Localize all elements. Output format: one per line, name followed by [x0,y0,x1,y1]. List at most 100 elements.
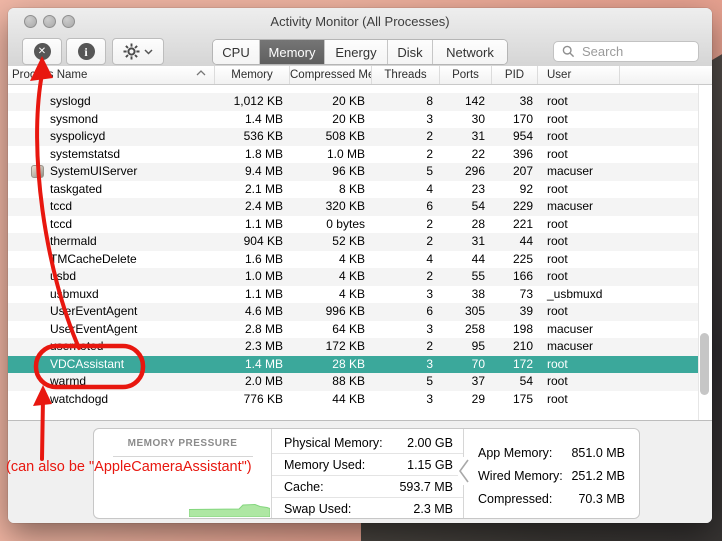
process-table-row[interactable]: TMCacheDelete 1.6 MB 4 KB 4 44 225 root [8,251,698,269]
stat-value: 2.3 MB [413,502,453,516]
tab-memory[interactable]: Memory [260,40,325,64]
threads-cell: 2 [372,233,440,251]
process-name-cell: UserEventAgent [8,303,215,321]
tab-cpu[interactable]: CPU [213,40,260,64]
settings-dropdown-button[interactable] [112,38,164,65]
process-table-row[interactable]: usbd 1.0 MB 4 KB 2 55 166 root [8,268,698,286]
process-table-row[interactable]: SystemUIServer 9.4 MB 96 KB 5 296 207 ma… [8,163,698,181]
process-table-row[interactable]: UserEventAgent 4.6 MB 996 KB 6 305 39 ro… [8,303,698,321]
process-table-row[interactable]: syslogd 1,012 KB 20 KB 8 142 38 root [8,93,698,111]
stat-row: Memory Used: 1.15 GB [272,454,463,476]
column-header-memory[interactable]: Memory [215,66,290,84]
window-title: Activity Monitor (All Processes) [8,14,712,29]
threads-cell: 3 [372,321,440,339]
process-table-row[interactable]: usbmuxd 1.1 MB 4 KB 3 38 73 _usbmuxd [8,286,698,304]
tab-network[interactable]: Network [433,40,507,64]
process-table-row[interactable]: suhelperd 2.0 MB 512 KB 2 33 253 root [8,85,698,93]
process-table-row[interactable]: watchdogd 776 KB 44 KB 3 29 175 root [8,391,698,409]
process-table-row[interactable]: sysmond 1.4 MB 20 KB 3 30 170 root [8,111,698,129]
threads-cell: 4 [372,181,440,199]
quit-process-button[interactable]: ✕ [22,38,62,65]
pid-cell: 225 [492,251,538,269]
search-field[interactable] [553,41,699,62]
stat-value: 70.3 MB [578,492,625,506]
stat-row: Cache: 593.7 MB [272,476,463,498]
process-table-row[interactable]: tccd 2.4 MB 320 KB 6 54 229 macuser [8,198,698,216]
memory-stats-box: MEMORY PRESSURE Physical Memory: 2.00 GB… [93,428,640,519]
process-table-row[interactable]: systemstatsd 1.8 MB 1.0 MB 2 22 396 root [8,146,698,164]
memory-cell: 9.4 MB [215,163,290,181]
memory-pressure-graph [189,502,270,517]
stat-row: Physical Memory: 2.00 GB [272,432,463,454]
search-input[interactable] [580,43,684,60]
stats-footer: MEMORY PRESSURE Physical Memory: 2.00 GB… [8,420,712,523]
memory-cell: 1.1 MB [215,286,290,304]
user-cell: root [538,93,620,111]
threads-cell: 8 [372,93,440,111]
pid-cell: 92 [492,181,538,199]
ports-cell: 28 [440,216,492,234]
process-table-row[interactable]: usernoted 2.3 MB 172 KB 2 95 210 macuser [8,338,698,356]
column-header-threads[interactable]: Threads [372,66,440,84]
process-table-row[interactable]: tccd 1.1 MB 0 bytes 2 28 221 root [8,216,698,234]
memory-cell: 2.3 MB [215,338,290,356]
process-table-row[interactable]: syspolicyd 536 KB 508 KB 2 31 954 root [8,128,698,146]
divider [113,456,253,457]
tab-energy[interactable]: Energy [325,40,388,64]
threads-cell: 2 [372,338,440,356]
process-table-row[interactable]: thermald 904 KB 52 KB 2 31 44 root [8,233,698,251]
compressed-mem-cell: 1.0 MB [290,146,372,164]
column-header-ports[interactable]: Ports [440,66,492,84]
user-cell: macuser [538,163,620,181]
ports-cell: 23 [440,181,492,199]
process-table-row[interactable]: warmd 2.0 MB 88 KB 5 37 54 root [8,373,698,391]
column-header-compressed-mem[interactable]: Compressed Mem [290,66,372,84]
memory-cell: 776 KB [215,391,290,409]
pid-cell: 44 [492,233,538,251]
activity-monitor-window: Activity Monitor (All Processes) ✕ i [8,8,712,523]
process-table-row[interactable]: taskgated 2.1 MB 8 KB 4 23 92 root [8,181,698,199]
process-table-row[interactable]: UserEventAgent 2.8 MB 64 KB 3 258 198 ma… [8,321,698,339]
user-cell: root [538,373,620,391]
inspect-process-button[interactable]: i [66,38,106,65]
compressed-mem-cell: 64 KB [290,321,372,339]
user-cell: root [538,233,620,251]
threads-cell: 2 [372,216,440,234]
compressed-mem-cell: 4 KB [290,286,372,304]
compressed-mem-cell: 20 KB [290,111,372,129]
sort-ascending-icon [196,70,206,76]
info-circle-icon: i [78,43,95,60]
memory-cell: 2.4 MB [215,198,290,216]
ports-cell: 44 [440,251,492,269]
column-header-process-name[interactable]: Process Name [8,66,215,84]
pid-cell: 210 [492,338,538,356]
compressed-mem-cell: 508 KB [290,128,372,146]
scrollbar-thumb[interactable] [700,333,709,395]
compressed-mem-cell: 4 KB [290,268,372,286]
threads-cell: 6 [372,198,440,216]
stat-value: 593.7 MB [399,480,453,494]
compressed-mem-cell: 4 KB [290,251,372,269]
tab-disk[interactable]: Disk [388,40,433,64]
ports-cell: 37 [440,373,492,391]
compressed-mem-cell: 28 KB [290,356,372,374]
pid-cell: 198 [492,321,538,339]
threads-cell: 2 [372,128,440,146]
gear-icon [123,43,140,60]
threads-cell: 3 [372,391,440,409]
ports-cell: 30 [440,111,492,129]
titlebar-toolbar: Activity Monitor (All Processes) ✕ i [8,8,712,67]
memory-cell: 536 KB [215,128,290,146]
process-table-row[interactable]: VDCAssistant 1.4 MB 28 KB 3 70 172 root [8,356,698,374]
threads-cell: 5 [372,163,440,181]
user-cell: root [538,251,620,269]
process-name-cell: syslogd [8,93,215,111]
column-header-pid[interactable]: PID [492,66,538,84]
user-cell: macuser [538,198,620,216]
column-header-user[interactable]: User [538,66,620,84]
chevron-down-icon [144,49,153,55]
threads-cell: 6 [372,303,440,321]
pid-cell: 172 [492,356,538,374]
stat-label: Swap Used: [284,502,351,516]
user-cell: macuser [538,321,620,339]
